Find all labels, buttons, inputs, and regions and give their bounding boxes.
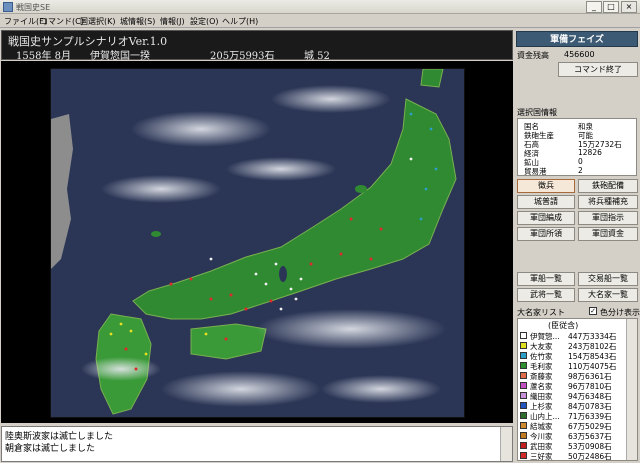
log-scrollbar[interactable]	[500, 427, 512, 461]
country-info-title: 選択国情報	[517, 108, 557, 117]
deploy-guns-button[interactable]: 鉄砲配備	[578, 179, 638, 193]
general-list-button[interactable]: 武将一覧	[517, 288, 575, 302]
army-territory-button[interactable]: 軍団所領	[517, 227, 575, 241]
trade-ship-list-button[interactable]: 交易船一覧	[578, 272, 638, 286]
japan-map[interactable]	[50, 68, 465, 418]
daimyo-color-swatch	[520, 372, 527, 379]
daimyo-color-swatch	[520, 342, 527, 349]
app-icon	[3, 2, 13, 12]
daimyo-color-swatch	[520, 392, 527, 399]
map-graphic	[51, 69, 464, 417]
daimyo-list-button[interactable]: 大名家一覧	[578, 288, 638, 302]
log-line: 朝倉家は滅亡しました	[5, 444, 96, 454]
daimyo-color-swatch	[520, 422, 527, 429]
daimyo-color-swatch	[520, 402, 527, 409]
daimyo-koku: 50万2486石	[568, 452, 612, 461]
player-country: 伊賀惣国一揆	[90, 51, 150, 62]
conscript-button[interactable]: 徴兵	[517, 179, 575, 193]
funds-label: 資金残高	[517, 51, 549, 60]
daimyo-color-swatch	[520, 352, 527, 359]
info-label: 貿易港	[524, 167, 547, 176]
close-button[interactable]: ×	[621, 1, 637, 13]
daimyo-list-label: 大名家リスト	[517, 308, 565, 317]
menu-command[interactable]: コマンド(C)	[40, 16, 84, 27]
troop-refill-button[interactable]: 将兵種補充	[578, 195, 638, 209]
color-display-label: 色分け表示	[600, 308, 640, 317]
warship-list-button[interactable]: 軍船一覧	[517, 272, 575, 286]
map-frame	[1, 61, 513, 423]
hokkaido	[420, 69, 444, 88]
daimyo-list-scrollbar[interactable]	[626, 319, 637, 460]
menu-info[interactable]: 情報(J)	[160, 16, 185, 27]
menu-help[interactable]: ヘルプ(H)	[222, 16, 258, 27]
daimyo-color-swatch	[520, 362, 527, 369]
total-koku: 205万5993石	[210, 51, 275, 62]
daimyo-name: 三好家	[530, 452, 553, 461]
army-funds-button[interactable]: 軍団資金	[578, 227, 638, 241]
castle-build-button[interactable]: 城普請	[517, 195, 575, 209]
info-value: 2	[578, 166, 583, 175]
menu-settings[interactable]: 設定(O)	[190, 16, 219, 27]
phase-title: 軍備フェイズ	[516, 31, 638, 47]
menu-castle-info[interactable]: 城情報(S)	[120, 16, 155, 27]
end-command-button[interactable]: コマンド終了	[558, 62, 638, 77]
army-orders-button[interactable]: 軍団指示	[578, 211, 638, 225]
command-panel: 軍備フェイズ 資金残高 456600 コマンド終了 選択国情報 国名 和泉 鉄砲…	[514, 28, 640, 463]
color-display-checkbox[interactable]: ✓	[589, 307, 597, 315]
funds-value: 456600	[564, 50, 595, 59]
maximize-button[interactable]: □	[603, 1, 619, 13]
daimyo-color-swatch	[520, 332, 527, 339]
current-date: 1558年 8月	[16, 51, 71, 62]
castle-count: 城 52	[304, 51, 330, 62]
info-value: 12826	[578, 148, 602, 157]
daimyo-row[interactable]: 三好家 50万2486石	[518, 450, 626, 461]
daimyo-color-swatch	[520, 382, 527, 389]
daimyo-color-swatch	[520, 452, 527, 459]
menu-country-select[interactable]: 国選択(K)	[80, 16, 116, 27]
message-log: 陸奥斯波家は滅亡しました 朝倉家は滅亡しました	[1, 426, 513, 462]
window-title: 戦国史SE	[16, 3, 51, 12]
game-window: 戦国史SE _ □ × ファイル(F) コマンド(C) 国選択(K) 城情報(S…	[0, 0, 640, 463]
menu-bar: ファイル(F) コマンド(C) 国選択(K) 城情報(S) 情報(J) 設定(O…	[0, 14, 640, 28]
scenario-header: 戦国史サンプルシナリオVer.1.0 1558年 8月 伊賀惣国一揆 205万5…	[1, 30, 513, 62]
army-organize-button[interactable]: 軍団編成	[517, 211, 575, 225]
daimyo-color-swatch	[520, 432, 527, 439]
minimize-button[interactable]: _	[586, 1, 602, 13]
title-bar: 戦国史SE _ □ ×	[0, 0, 640, 14]
daimyo-color-swatch	[520, 442, 527, 449]
daimyo-color-swatch	[520, 412, 527, 419]
info-value: 0	[578, 157, 583, 166]
country-info-box: 国名 和泉 鉄砲生産 可能 石高 15万2732石 経済 12826 鉱山 0 …	[517, 118, 637, 176]
daimyo-list: (臣従含) 伊賀惣... 447万3334石 大友家 243万8102石 佐竹家 154万…	[517, 318, 638, 461]
